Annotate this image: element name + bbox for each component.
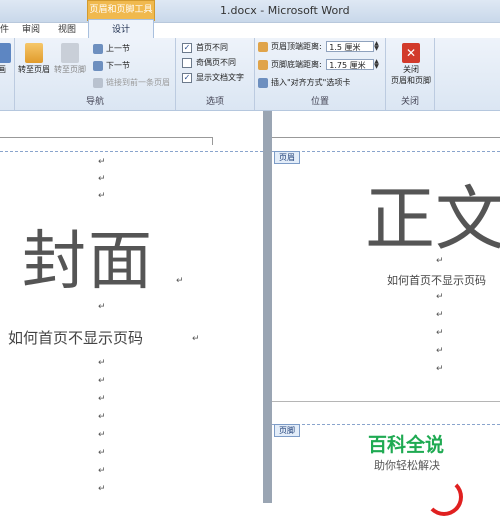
- picture-icon: [0, 43, 11, 63]
- header-top-distance: 页眉顶端距离: 1.5 厘米 ▲ ▼: [258, 40, 382, 54]
- header-top-input[interactable]: 1.5 厘米: [326, 41, 375, 52]
- paragraph-mark: ↵: [98, 174, 106, 184]
- header-top-label: 页眉顶端距离:: [271, 42, 322, 51]
- red-annotation-arc: [425, 478, 463, 516]
- navigation-group-label: 导航: [85, 97, 104, 107]
- link-previous-button[interactable]: 链接到前一条页眉: [93, 76, 170, 89]
- paragraph-mark: ↵: [436, 364, 444, 374]
- goto-footer-button[interactable]: 转至页脚: [53, 40, 87, 84]
- ribbon-group-close: ✕ 关闭 页眉和页脚 关闭: [386, 38, 435, 110]
- right-page-header-line: [272, 137, 500, 138]
- right-page-subtitle: 如何首页不显示页码: [387, 274, 486, 287]
- paragraph-mark: ↵: [98, 412, 106, 422]
- next-section-button[interactable]: 下一节: [93, 59, 130, 72]
- watermark-subtitle: 助你轻松解决: [374, 459, 440, 472]
- paragraph-mark: ↵: [98, 430, 106, 440]
- next-section-label: 下一节: [106, 61, 130, 70]
- paragraph-mark: ↵: [98, 448, 106, 458]
- tab-file-partial[interactable]: 件: [0, 22, 9, 38]
- right-page-bottom-edge: [272, 401, 500, 402]
- ribbon-group-position: 页眉顶端距离: 1.5 厘米 ▲ ▼ 页脚底端距离: 1.75 厘米 ▲ ▼ 插入"对齐…: [255, 38, 386, 110]
- paragraph-mark: ↵: [98, 358, 106, 368]
- paragraph-mark: ↵: [98, 191, 106, 201]
- left-page-subtitle: 如何首页不显示页码: [8, 329, 144, 347]
- odd-even-different-checkbox[interactable]: 奇偶页不同: [182, 56, 236, 69]
- paragraph-mark: ↵: [436, 292, 444, 302]
- left-page-corner: [212, 137, 213, 145]
- prev-section-icon: [93, 43, 103, 54]
- link-icon: [93, 77, 103, 88]
- footer-bottom-label: 页脚底端距离:: [271, 60, 322, 69]
- odd-even-check: [182, 57, 192, 68]
- left-page-header-line: [0, 137, 213, 138]
- prev-section-label: 上一节: [106, 44, 130, 53]
- ribbon: 画 转至页眉 转至页脚 上一节 下一节 链接到前一条页眉 导航 ✓ 首页不同 奇偶…: [0, 38, 500, 111]
- close-label-line2: 页眉和页脚: [391, 76, 431, 85]
- header-position-icon: [258, 41, 268, 52]
- first-page-check: ✓: [182, 42, 192, 53]
- context-tab-header-footer-tools: 页眉和页脚工具: [87, 0, 155, 21]
- options-group-label: 选项: [205, 97, 224, 107]
- show-doc-check: ✓: [182, 72, 192, 83]
- link-previous-label: 链接到前一条页眉: [106, 78, 170, 87]
- footer-position-icon: [258, 59, 268, 70]
- left-header-boundary: [0, 151, 263, 152]
- goto-header-button[interactable]: 转至页眉: [17, 40, 51, 84]
- watermark-title: 百科全说: [368, 434, 445, 456]
- footer-bottom-input[interactable]: 1.75 厘米: [326, 59, 375, 70]
- body-title: 正文: [365, 178, 500, 260]
- tab-view[interactable]: 视图: [58, 22, 76, 38]
- page-gutter: [263, 111, 272, 503]
- close-group-label: 关闭: [400, 97, 419, 107]
- right-footer-boundary: [272, 424, 500, 425]
- close-label-line1: 关闭: [403, 65, 419, 74]
- footer-icon: [61, 43, 79, 63]
- insert-align-tab-button[interactable]: 插入"对齐方式"选项卡: [258, 76, 350, 89]
- paragraph-mark: ↵: [98, 484, 106, 494]
- footer-tag[interactable]: 页脚: [274, 424, 300, 437]
- ribbon-group-options: ✓ 首页不同 奇偶页不同 ✓ 显示文档文字 选项: [176, 38, 255, 110]
- paragraph-mark: ↵: [98, 302, 106, 312]
- paragraph-mark: ↵: [98, 376, 106, 386]
- window-title: 1.docx - Microsoft Word: [220, 4, 350, 17]
- footer-bottom-spinner-icon[interactable]: ▲ ▼: [374, 59, 382, 70]
- paragraph-mark: ↵: [436, 256, 444, 266]
- close-icon: ✕: [402, 43, 420, 63]
- align-tab-icon: [258, 77, 268, 88]
- first-page-label: 首页不同: [196, 43, 228, 52]
- partial-button[interactable]: 画: [0, 40, 14, 84]
- paragraph-mark: ↵: [98, 157, 106, 167]
- odd-even-label: 奇偶页不同: [196, 58, 236, 67]
- prev-section-button[interactable]: 上一节: [93, 42, 130, 55]
- right-header-boundary: [272, 151, 500, 152]
- partial-button-label: 画: [0, 65, 6, 74]
- close-header-footer-button[interactable]: ✕ 关闭 页眉和页脚: [388, 40, 434, 85]
- position-group-label: 位置: [310, 97, 329, 107]
- header-top-spinner-icon[interactable]: ▲ ▼: [374, 41, 382, 52]
- paragraph-mark: ↵: [436, 328, 444, 338]
- show-document-text-checkbox[interactable]: ✓ 显示文档文字: [182, 71, 244, 84]
- paragraph-mark: ↵: [192, 334, 200, 344]
- paragraph-mark: ↵: [98, 466, 106, 476]
- goto-header-label: 转至页眉: [18, 65, 50, 74]
- ribbon-group-navigation: 转至页眉 转至页脚 上一节 下一节 链接到前一条页眉 导航: [15, 38, 176, 110]
- cover-title: 封面: [22, 225, 154, 299]
- title-bar: 1.docx - Microsoft Word: [0, 0, 500, 23]
- paragraph-mark: ↵: [436, 310, 444, 320]
- ribbon-group-partial: 画: [0, 38, 15, 110]
- show-doc-label: 显示文档文字: [196, 73, 244, 82]
- paragraph-mark: ↵: [436, 346, 444, 356]
- goto-footer-label: 转至页脚: [54, 65, 86, 74]
- next-section-icon: [93, 60, 103, 71]
- header-tag[interactable]: 页眉: [274, 151, 300, 164]
- header-icon: [25, 43, 43, 63]
- insert-align-tab-label: 插入"对齐方式"选项卡: [271, 78, 351, 87]
- footer-bottom-distance: 页脚底端距离: 1.75 厘米 ▲ ▼: [258, 58, 382, 72]
- first-page-different-checkbox[interactable]: ✓ 首页不同: [182, 41, 228, 54]
- paragraph-mark: ↵: [176, 276, 184, 286]
- tab-review[interactable]: 审阅: [22, 22, 40, 38]
- paragraph-mark: ↵: [98, 394, 106, 404]
